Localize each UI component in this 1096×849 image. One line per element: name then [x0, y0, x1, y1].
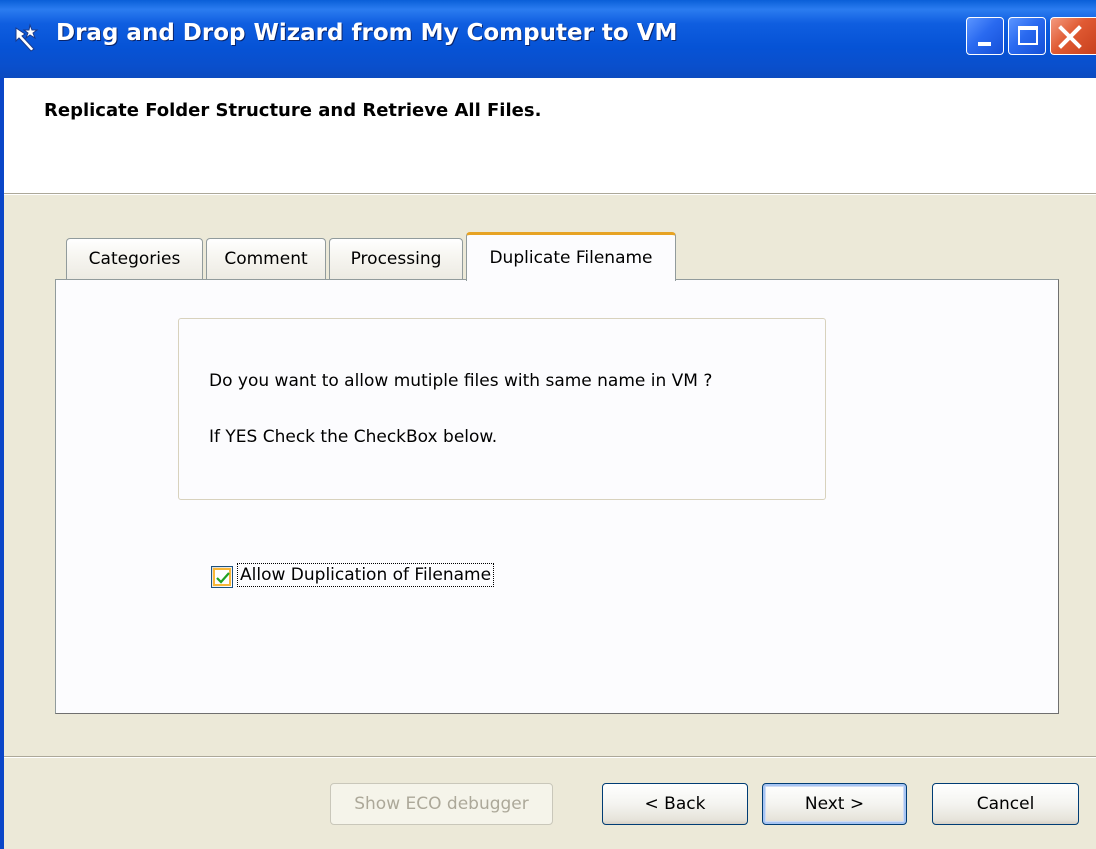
title-bar[interactable]: Drag and Drop Wizard from My Computer to… — [0, 0, 1096, 78]
allow-duplication-checkbox[interactable] — [211, 566, 233, 588]
wizard-header-panel — [4, 78, 1096, 194]
close-icon — [1058, 25, 1082, 49]
info-groupbox: Do you want to allow mutiple files with … — [178, 318, 826, 500]
duplicate-instruction-text: If YES Check the CheckBox below. — [209, 427, 498, 447]
maximize-button[interactable] — [1008, 17, 1046, 55]
close-button[interactable] — [1050, 17, 1096, 55]
tab-panel-duplicate-filename: Do you want to allow mutiple files with … — [55, 279, 1059, 714]
tab-comment[interactable]: Comment — [206, 238, 326, 280]
back-button[interactable]: < Back — [602, 783, 748, 825]
window-title: Drag and Drop Wizard from My Computer to… — [56, 20, 678, 46]
minimize-icon — [978, 42, 991, 46]
header-divider-highlight — [4, 194, 1096, 195]
allow-duplication-label[interactable]: Allow Duplication of Filename — [237, 563, 495, 587]
tab-duplicate-filename[interactable]: Duplicate Filename — [466, 232, 676, 281]
cancel-button[interactable]: Cancel — [932, 783, 1079, 825]
wizard-step-title: Replicate Folder Structure and Retrieve … — [44, 100, 542, 121]
maximize-icon — [1018, 26, 1038, 45]
tab-categories[interactable]: Categories — [66, 238, 203, 280]
minimize-button[interactable] — [966, 17, 1004, 55]
duplicate-question-text: Do you want to allow mutiple files with … — [209, 371, 713, 391]
next-button[interactable]: Next > — [762, 783, 907, 825]
wizard-wand-icon — [12, 22, 48, 52]
show-eco-debugger-button[interactable]: Show ECO debugger — [330, 783, 553, 825]
footer-divider-highlight — [4, 757, 1096, 758]
tab-processing[interactable]: Processing — [329, 238, 463, 280]
checkmark-icon — [216, 572, 230, 584]
